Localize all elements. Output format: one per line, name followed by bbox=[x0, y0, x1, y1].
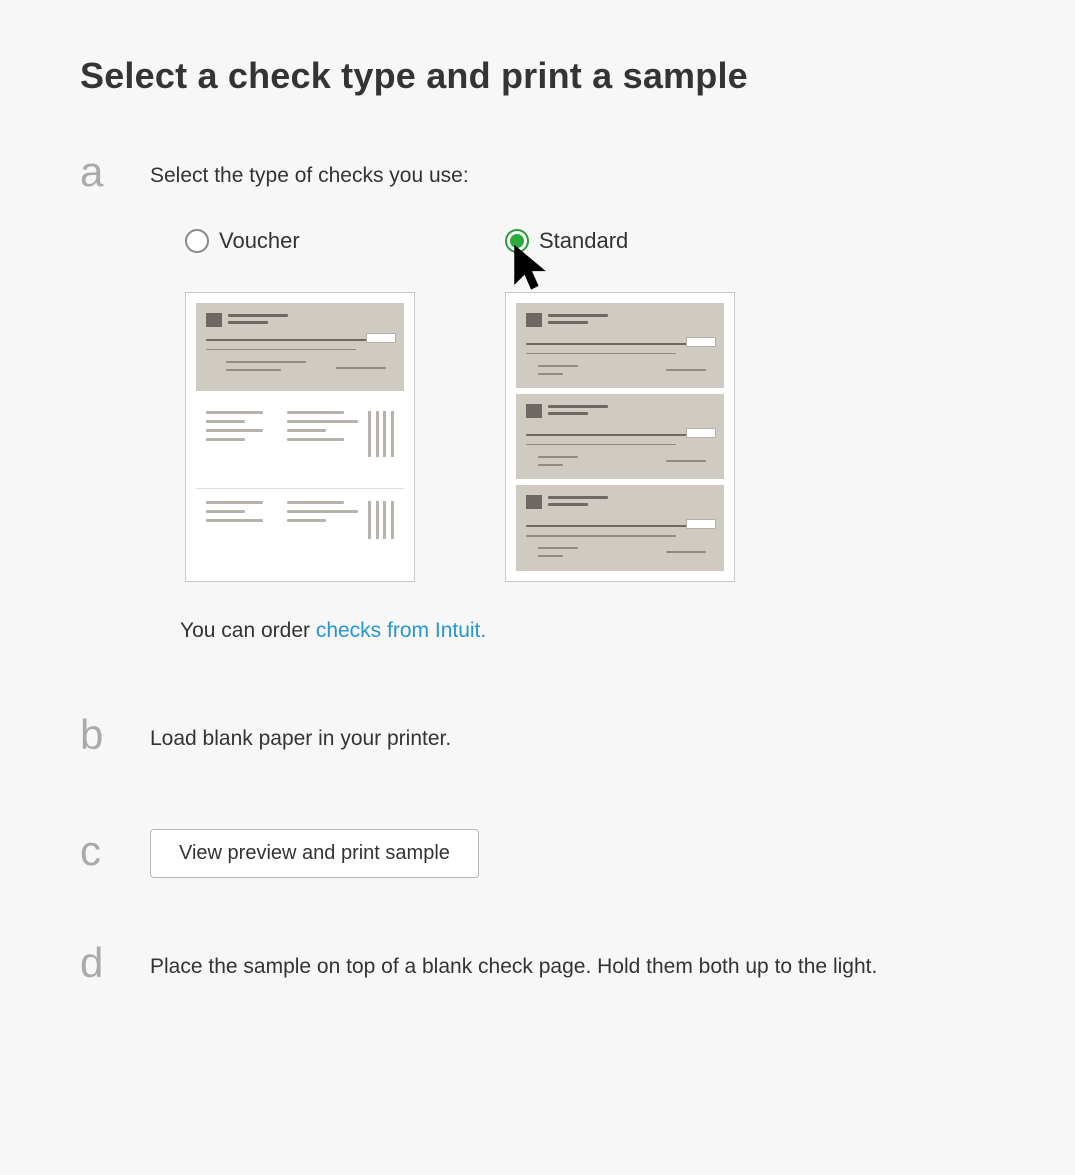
standard-preview bbox=[505, 292, 735, 582]
step-d-text: Place the sample on top of a blank check… bbox=[150, 948, 970, 987]
radio-icon bbox=[185, 229, 209, 253]
radio-icon bbox=[505, 229, 529, 253]
radio-voucher-label: Voucher bbox=[219, 221, 300, 262]
check-type-option-voucher[interactable]: Voucher bbox=[185, 221, 415, 582]
step-letter-b: b bbox=[80, 714, 150, 756]
radio-standard-label: Standard bbox=[539, 221, 628, 262]
radio-standard[interactable]: Standard bbox=[505, 221, 735, 262]
page-title: Select a check type and print a sample bbox=[80, 55, 1005, 97]
step-letter-c: c bbox=[80, 830, 150, 872]
voucher-preview bbox=[185, 292, 415, 582]
step-d: d Place the sample on top of a blank che… bbox=[80, 948, 1005, 987]
step-a: a Select the type of checks you use: Vou… bbox=[80, 157, 1005, 650]
order-checks-link[interactable]: checks from Intuit. bbox=[316, 619, 486, 642]
view-preview-button[interactable]: View preview and print sample bbox=[150, 829, 479, 878]
step-letter-d: d bbox=[80, 942, 150, 984]
radio-voucher[interactable]: Voucher bbox=[185, 221, 415, 262]
step-c: c View preview and print sample bbox=[80, 829, 1005, 878]
check-type-option-standard[interactable]: Standard bbox=[505, 221, 735, 582]
order-prefix: You can order bbox=[180, 619, 316, 642]
step-a-instruction: Select the type of checks you use: bbox=[150, 157, 970, 196]
step-b: b Load blank paper in your printer. bbox=[80, 720, 1005, 759]
step-b-text: Load blank paper in your printer. bbox=[150, 720, 970, 759]
step-letter-a: a bbox=[80, 151, 150, 193]
order-checks-line: You can order checks from Intuit. bbox=[180, 612, 970, 651]
